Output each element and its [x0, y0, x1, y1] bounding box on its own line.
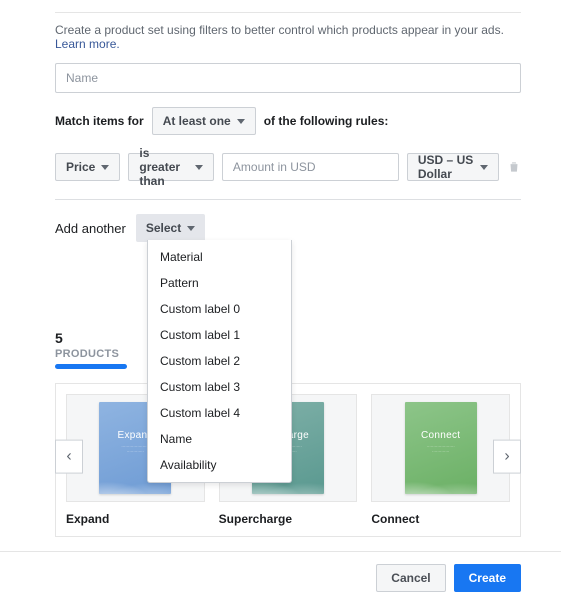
match-prefix: Match items for [55, 114, 144, 128]
dropdown-option[interactable]: Availability [148, 452, 291, 478]
add-another-dropdown: MaterialPatternCustom label 0Custom labe… [147, 240, 292, 483]
intro-text: Create a product set using filters to be… [55, 23, 521, 51]
learn-more-link[interactable]: Learn more. [55, 37, 120, 51]
match-suffix: of the following rules: [264, 114, 389, 128]
rule-field-select[interactable]: Price [55, 153, 120, 181]
add-another-label: Add another [55, 221, 126, 236]
product-title: Supercharge [219, 512, 358, 526]
product-title: Expand [66, 512, 205, 526]
add-another-select[interactable]: Select [136, 214, 205, 242]
chevron-right-icon: › [504, 448, 509, 466]
chevron-down-icon [237, 119, 245, 124]
carousel-prev-button[interactable]: ‹ [55, 440, 83, 474]
chevron-down-icon [101, 165, 109, 170]
name-input[interactable] [55, 63, 521, 93]
rule-operator-select[interactable]: is greater than [128, 153, 214, 181]
dropdown-option[interactable]: Custom label 2 [148, 348, 291, 374]
rule-currency-select[interactable]: USD – US Dollar [407, 153, 499, 181]
match-mode-select[interactable]: At least one [152, 107, 256, 135]
chevron-down-icon [195, 165, 203, 170]
chevron-left-icon: ‹ [66, 448, 71, 466]
rule-amount-input[interactable] [222, 153, 399, 181]
delete-rule-button[interactable] [507, 160, 521, 174]
progress-bar [55, 364, 127, 369]
cancel-button[interactable]: Cancel [376, 564, 445, 592]
chevron-down-icon [480, 165, 488, 170]
dropdown-option[interactable]: Name [148, 426, 291, 452]
carousel-next-button[interactable]: › [493, 440, 521, 474]
dropdown-option[interactable]: Material [148, 244, 291, 270]
create-button[interactable]: Create [454, 564, 521, 592]
dropdown-option[interactable]: Custom label 0 [148, 296, 291, 322]
product-thumbnail: Connect·································… [371, 394, 510, 502]
dropdown-option[interactable]: Custom label 4 [148, 400, 291, 426]
dropdown-option[interactable]: Pattern [148, 270, 291, 296]
dropdown-option[interactable]: Custom label 1 [148, 322, 291, 348]
product-title: Connect [371, 512, 510, 526]
chevron-down-icon [187, 226, 195, 231]
dropdown-option[interactable]: Custom label 3 [148, 374, 291, 400]
product-card[interactable]: Connect·································… [371, 394, 510, 526]
